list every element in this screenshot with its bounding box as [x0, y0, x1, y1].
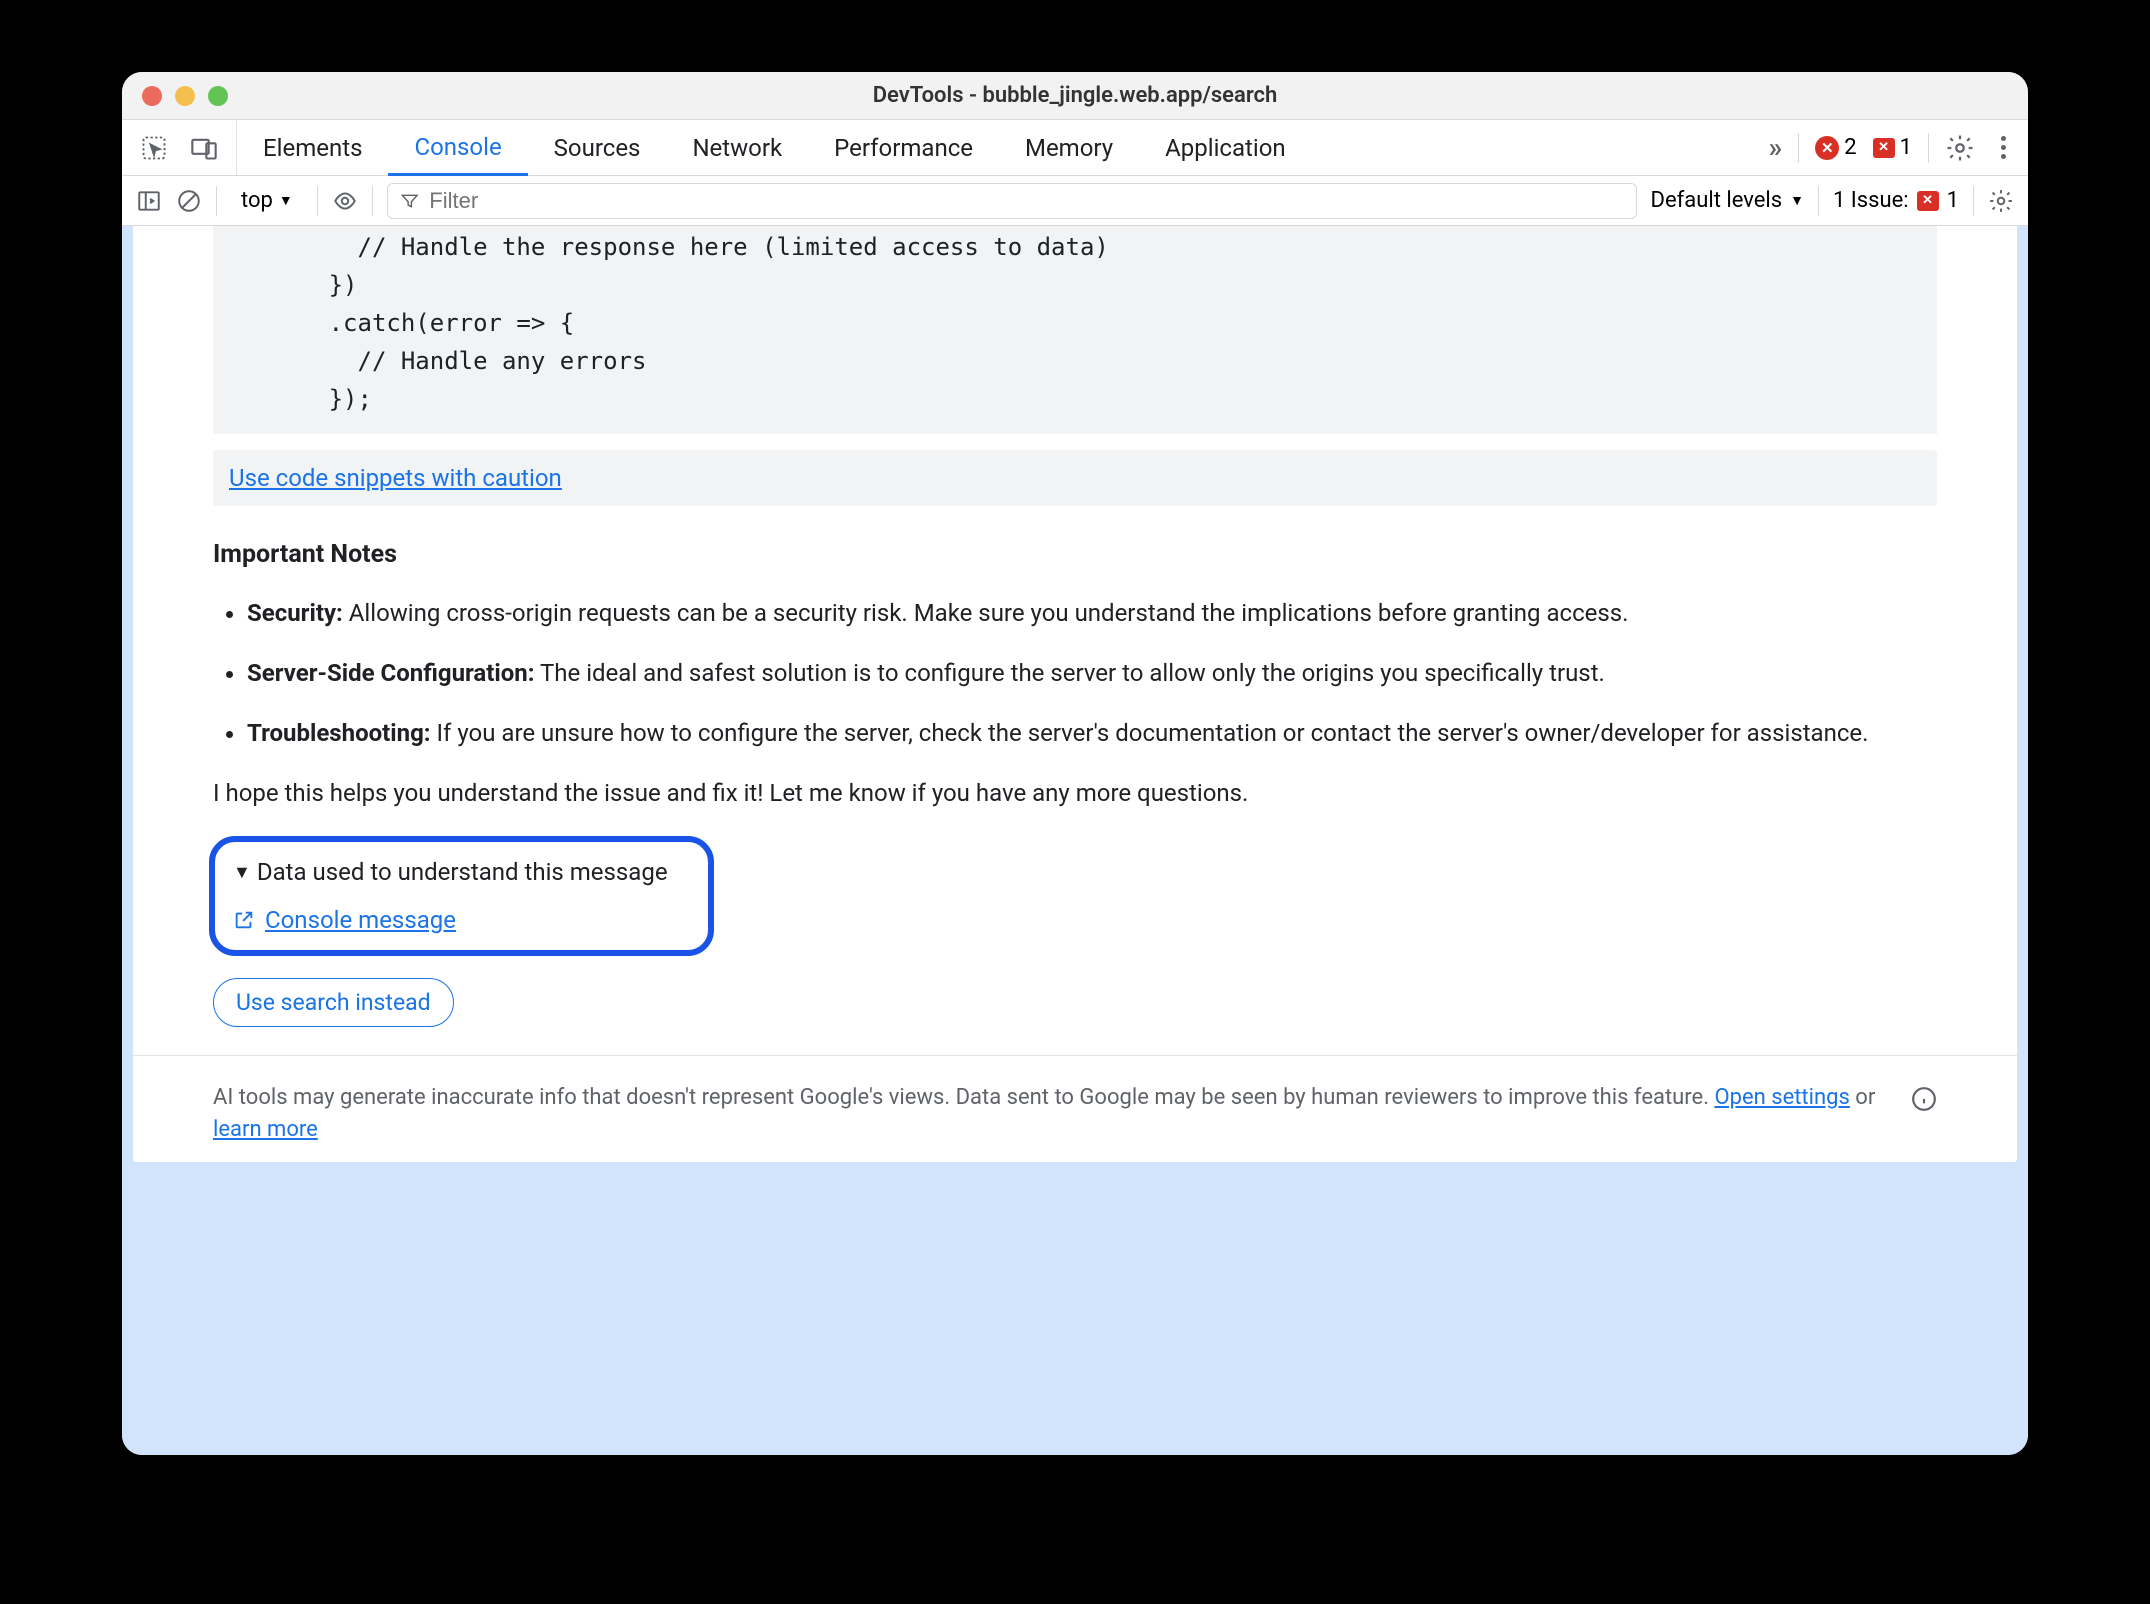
- divider: [1798, 133, 1799, 163]
- traffic-lights: [122, 86, 228, 106]
- divider: [317, 186, 318, 216]
- tab-performance[interactable]: Performance: [808, 120, 999, 175]
- errors-badge[interactable]: ✕ 2: [1815, 135, 1856, 160]
- more-menu-icon[interactable]: [1991, 136, 2016, 159]
- context-selector[interactable]: top ▼: [231, 188, 303, 213]
- issue-count: 1: [1947, 188, 1959, 213]
- notes-heading: Important Notes: [213, 536, 1937, 574]
- errors-count: 2: [1844, 135, 1856, 160]
- chip-row: Use search instead: [213, 978, 2017, 1027]
- closing-line: I hope this helps you understand the iss…: [213, 774, 1937, 812]
- error-icon: ✕: [1815, 136, 1839, 160]
- filter-input-wrap: [387, 183, 1637, 219]
- sidebar-toggle-icon[interactable]: [136, 188, 162, 214]
- console-settings-gear-icon[interactable]: [1988, 188, 2014, 214]
- log-levels-selector[interactable]: Default levels ▼: [1651, 188, 1804, 213]
- divider: [1973, 186, 1974, 216]
- divider: [1928, 133, 1929, 163]
- data-used-callout: ▼ Data used to understand this message C…: [209, 836, 714, 956]
- console-toolbar: top ▼ Default levels ▼ 1 Issue: ✕ 1: [122, 176, 2028, 226]
- minimize-window-button[interactable]: [175, 86, 195, 106]
- data-used-link-row: Console message: [233, 906, 668, 934]
- disclaimer-mid: or: [1850, 1085, 1875, 1110]
- filter-funnel-icon: [400, 191, 420, 211]
- issues-indicator[interactable]: 1 Issue: ✕ 1: [1833, 188, 1959, 213]
- caret-down-icon: ▼: [1790, 192, 1804, 209]
- device-toolbar-icon[interactable]: [190, 134, 218, 162]
- note-bold: Server-Side Configuration:: [247, 659, 534, 687]
- levels-label: Default levels: [1651, 188, 1783, 213]
- console-content[interactable]: // Handle the response here (limited acc…: [122, 226, 2028, 1455]
- note-text: The ideal and safest solution is to conf…: [534, 659, 1604, 687]
- live-expression-icon[interactable]: [332, 188, 358, 214]
- clear-console-icon[interactable]: [176, 188, 202, 214]
- zoom-window-button[interactable]: [208, 86, 228, 106]
- tab-elements[interactable]: Elements: [237, 120, 388, 175]
- console-message-link[interactable]: Console message: [265, 906, 456, 934]
- caution-box: Use code snippets with caution: [213, 450, 1937, 506]
- issues-badge[interactable]: ✕ 1: [1873, 135, 1912, 160]
- data-used-toggle[interactable]: ▼ Data used to understand this message: [233, 858, 668, 886]
- panel-tabs: Elements Console Sources Network Perform…: [237, 120, 1312, 175]
- issue-icon: ✕: [1917, 191, 1939, 211]
- tabbar-right-controls: » ✕ 2 ✕ 1: [1768, 120, 2028, 175]
- tab-memory[interactable]: Memory: [999, 120, 1139, 175]
- issue-icon: ✕: [1873, 138, 1895, 158]
- note-bold: Troubleshooting:: [247, 719, 431, 747]
- info-icon[interactable]: [1911, 1086, 1937, 1112]
- more-tabs-icon[interactable]: »: [1768, 131, 1782, 164]
- note-text: Allowing cross-origin requests can be a …: [343, 599, 1629, 627]
- note-bold: Security:: [247, 599, 343, 627]
- tab-sources[interactable]: Sources: [528, 120, 667, 175]
- list-item: Server-Side Configuration: The ideal and…: [247, 654, 1937, 692]
- tabbar: Elements Console Sources Network Perform…: [122, 120, 2028, 176]
- context-label: top: [241, 188, 273, 213]
- titlebar: DevTools - bubble_jingle.web.app/search: [122, 72, 2028, 120]
- list-item: Troubleshooting: If you are unsure how t…: [247, 714, 1937, 752]
- settings-gear-icon[interactable]: [1945, 133, 1975, 163]
- code-block: // Handle the response here (limited acc…: [213, 226, 1937, 434]
- issues-count: 1: [1900, 135, 1912, 160]
- devtools-window: DevTools - bubble_jingle.web.app/search …: [122, 72, 2028, 1455]
- issue-label: 1 Issue:: [1833, 188, 1909, 213]
- explanation-prose: Important Notes Security: Allowing cross…: [133, 536, 2017, 812]
- tab-application[interactable]: Application: [1139, 120, 1312, 175]
- divider: [372, 186, 373, 216]
- divider: [216, 186, 217, 216]
- ai-disclaimer-text: AI tools may generate inaccurate info th…: [213, 1082, 1891, 1146]
- inspect-icon[interactable]: [140, 134, 168, 162]
- close-window-button[interactable]: [142, 86, 162, 106]
- list-item: Security: Allowing cross-origin requests…: [247, 594, 1937, 632]
- note-text: If you are unsure how to configure the s…: [431, 719, 1869, 747]
- open-settings-link[interactable]: Open settings: [1714, 1085, 1849, 1110]
- filter-input[interactable]: [429, 188, 1623, 214]
- insight-sheet: // Handle the response here (limited acc…: [133, 226, 2017, 1162]
- notes-list: Security: Allowing cross-origin requests…: [213, 594, 1937, 752]
- learn-more-link[interactable]: learn more: [213, 1117, 318, 1142]
- tab-network[interactable]: Network: [666, 120, 808, 175]
- disclaimer-text: AI tools may generate inaccurate info th…: [213, 1085, 1714, 1110]
- divider: [1818, 186, 1819, 216]
- disclosure-triangle-icon: ▼: [233, 862, 251, 883]
- ai-disclaimer: AI tools may generate inaccurate info th…: [133, 1055, 2017, 1156]
- data-used-summary: Data used to understand this message: [257, 858, 668, 886]
- open-external-icon: [233, 909, 255, 931]
- tab-console[interactable]: Console: [388, 120, 527, 176]
- use-search-instead-button[interactable]: Use search instead: [213, 978, 454, 1027]
- tabbar-left-controls: [122, 120, 237, 175]
- window-title: DevTools - bubble_jingle.web.app/search: [122, 83, 2028, 108]
- caret-down-icon: ▼: [279, 192, 293, 209]
- caution-link[interactable]: Use code snippets with caution: [229, 464, 562, 492]
